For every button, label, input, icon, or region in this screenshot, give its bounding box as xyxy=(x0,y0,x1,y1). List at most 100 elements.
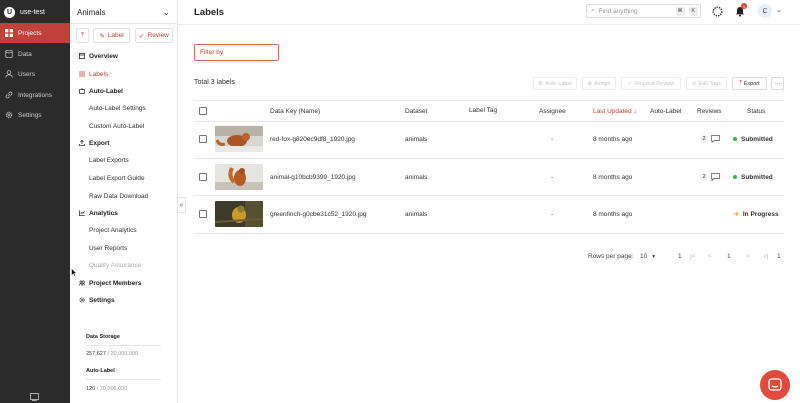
gear-icon xyxy=(5,111,13,119)
menu-raw-data-download[interactable]: Raw Data Download xyxy=(89,191,148,201)
menu-analytics-label: Analytics xyxy=(89,209,118,217)
more-icon: ··· xyxy=(774,80,781,87)
last-page-button[interactable]: >| xyxy=(763,252,768,261)
first-page-button[interactable]: |< xyxy=(690,252,695,261)
workspace-switcher[interactable]: U use-test xyxy=(4,6,45,18)
status-badge: Submitted xyxy=(733,173,773,181)
request-review-button[interactable]: ✓ Request Review xyxy=(621,77,681,90)
menu-analytics[interactable]: Analytics xyxy=(79,208,118,218)
row-name[interactable]: greenfinch-g0cbe31c52_1920.jpg xyxy=(270,210,367,218)
nav-item-data[interactable]: Data xyxy=(0,44,70,64)
nav-item-users[interactable]: Users xyxy=(0,64,70,84)
export-icon xyxy=(79,140,85,146)
menu-export-label: Export xyxy=(89,139,110,147)
menu-autolabel-settings[interactable]: Auto-Label Settings xyxy=(89,103,146,113)
mouse-cursor-icon xyxy=(71,268,77,277)
nav-item-integrations[interactable]: Integrations xyxy=(0,85,70,105)
menu-labels[interactable]: Labels xyxy=(79,69,108,79)
menu-user-reports[interactable]: User Reports xyxy=(89,243,127,253)
menu-project-analytics[interactable]: Project Analytics xyxy=(89,225,137,235)
chevron-down-icon[interactable]: ⌄ xyxy=(163,8,170,17)
auto-label-button[interactable]: ⚙ Auto-Label xyxy=(533,77,577,90)
project-title[interactable]: Animals xyxy=(77,8,105,17)
assign-button[interactable]: ⊕ Assign xyxy=(582,77,616,90)
row-name[interactable]: animal-g10bcb9399_1920.jpg xyxy=(270,173,356,181)
double-chevron-left-icon: « xyxy=(179,201,184,209)
edit-tags-button[interactable]: ⊘ Edit Tags xyxy=(686,77,727,90)
list-icon xyxy=(79,71,85,77)
menu-custom-autolabel[interactable]: Custom Auto-Label xyxy=(89,121,144,131)
col-data-key[interactable]: Data Key (Name) xyxy=(270,107,320,115)
filter-input[interactable] xyxy=(194,44,279,61)
row-name[interactable]: red-fox-g820ec9df8_1920.jpg xyxy=(270,135,355,143)
assign-icon: ⊕ xyxy=(587,80,593,87)
nav-item-settings[interactable]: Settings xyxy=(0,105,70,125)
tag-icon: ⊘ xyxy=(691,80,697,87)
menu-overview[interactable]: Overview xyxy=(79,51,118,61)
menu-export[interactable]: Export xyxy=(79,138,110,148)
thumbnail-squirrel[interactable] xyxy=(215,164,263,190)
current-page[interactable]: 1 xyxy=(727,252,731,261)
menu-settings[interactable]: Settings xyxy=(79,295,115,305)
menu-autolabel[interactable]: Auto-Label xyxy=(79,86,123,96)
row-dataset: animals xyxy=(405,135,428,143)
loading-spinner-icon[interactable] xyxy=(712,6,723,17)
global-search[interactable]: ⌕ Find anything ⌘ K xyxy=(586,4,701,18)
row-reviews[interactable]: 2 xyxy=(700,173,720,181)
comment-icon xyxy=(711,173,720,181)
select-all-checkbox[interactable] xyxy=(199,107,207,115)
col-auto-label[interactable]: Auto-Label xyxy=(650,107,681,115)
menu-project-members-label: Project Members xyxy=(89,279,142,287)
col-label-tag[interactable]: Label Tag xyxy=(469,106,497,114)
row-dataset: animals xyxy=(405,173,428,181)
col-status[interactable]: Status xyxy=(747,107,765,115)
autolabel-usage-bar xyxy=(86,379,161,380)
thumbnail-bird[interactable] xyxy=(215,201,263,227)
col-dataset[interactable]: Dataset xyxy=(405,107,427,115)
more-options-button[interactable]: ··· xyxy=(771,77,784,90)
grid-icon xyxy=(5,29,13,37)
row-checkbox[interactable] xyxy=(199,210,207,218)
caret-down-icon: ▼ xyxy=(651,253,657,260)
col-assignee[interactable]: Assignee xyxy=(539,107,566,115)
chat-launcher-button[interactable] xyxy=(760,370,790,400)
row-divider xyxy=(194,195,784,196)
request-review-text: Request Review xyxy=(634,80,675,87)
menu-label-export-guide[interactable]: Label Export Guide xyxy=(89,173,145,183)
menu-overview-label: Overview xyxy=(89,52,118,60)
review-button[interactable]: ✓ Review xyxy=(135,28,173,43)
col-last-updated[interactable]: Last Updated ↓ xyxy=(593,107,637,115)
upload-button[interactable]: ⤒ xyxy=(76,28,89,43)
prev-page-button[interactable]: < xyxy=(708,252,712,261)
collapse-sidebar-button[interactable]: « xyxy=(177,197,186,213)
help-panel-icon[interactable] xyxy=(30,393,39,401)
row-checkbox[interactable] xyxy=(199,173,207,181)
row-updated: 8 months ago xyxy=(593,210,633,218)
user-icon xyxy=(5,70,13,78)
menu-label-exports[interactable]: Label Exports xyxy=(89,155,129,165)
comment-icon xyxy=(711,135,720,143)
data-storage-value: 257,627 / 20,000,000 xyxy=(86,351,139,357)
col-reviews[interactable]: Reviews xyxy=(697,107,722,115)
nav-item-projects[interactable]: Projects xyxy=(0,23,70,43)
nav-label: Integrations xyxy=(18,91,52,99)
row-reviews[interactable]: 2 xyxy=(700,135,720,143)
notification-badge: 1 xyxy=(741,3,747,9)
menu-quality-assurance[interactable]: Quality Assurance xyxy=(89,260,141,270)
row-checkbox[interactable] xyxy=(199,135,207,143)
menu-settings-label: Settings xyxy=(89,296,115,304)
menu-labels-label: Labels xyxy=(89,70,109,78)
menu-project-members[interactable]: Project Members xyxy=(79,278,141,288)
avatar[interactable]: C xyxy=(758,4,772,18)
status-text: In Progress xyxy=(742,210,779,218)
label-button[interactable]: ✎ Label xyxy=(93,28,130,43)
search-input[interactable]: Find anything xyxy=(599,8,638,15)
rows-per-page-value: 10 xyxy=(640,253,648,260)
thumbnail-fox[interactable] xyxy=(215,126,263,152)
chevron-down-icon[interactable]: ⌄ xyxy=(776,6,782,14)
next-page-button[interactable]: > xyxy=(746,252,750,261)
members-icon xyxy=(79,280,85,286)
export-button[interactable]: ⤒ Export xyxy=(732,77,767,90)
auto-label-text: Auto-Label xyxy=(545,80,572,87)
rows-per-page-select[interactable]: 10 ▼ xyxy=(640,252,656,261)
